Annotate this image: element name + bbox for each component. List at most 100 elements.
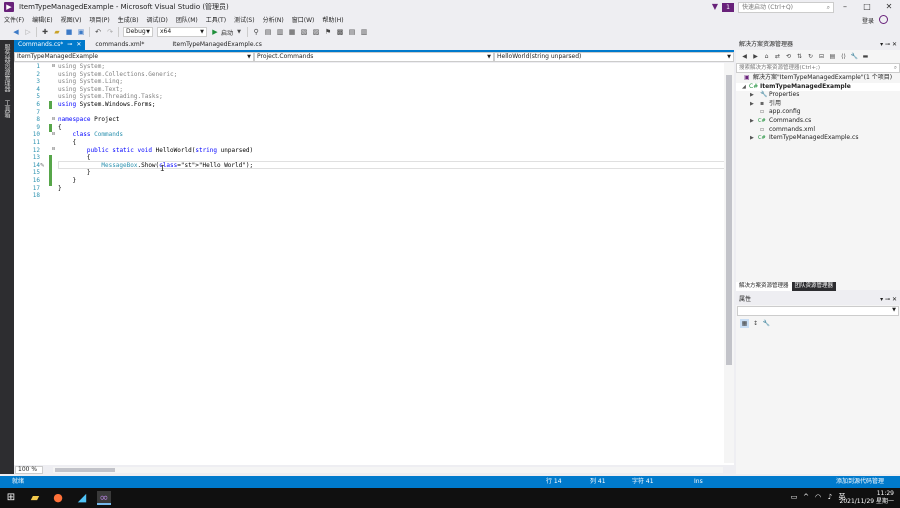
toolbar-button-icon[interactable]: ▤ [347, 27, 357, 37]
tree-item-properties[interactable]: ▶ 🔧 Properties [736, 91, 900, 100]
collapse-icon[interactable]: ⊟ [52, 131, 55, 137]
switch-views-icon[interactable]: ⇄ [773, 52, 782, 61]
chevron-right-icon[interactable]: ▶ [750, 91, 754, 100]
menu-edit[interactable]: 编辑(E) [28, 15, 56, 24]
menu-debug[interactable]: 调试(D) [143, 15, 172, 24]
menu-window[interactable]: 窗口(W) [288, 15, 319, 24]
menu-file[interactable]: 文件(F) [0, 15, 28, 24]
scrollbar-thumb[interactable] [55, 467, 115, 472]
tab-solution-explorer[interactable]: 解决方案资源管理器 [736, 282, 792, 291]
chevron-up-icon[interactable]: ^ [802, 493, 810, 501]
pin-icon[interactable]: ⊸ [67, 40, 72, 50]
tree-item-app-config[interactable]: ▫ app.config [736, 108, 900, 117]
filter-icon[interactable]: ▼ [708, 2, 722, 12]
solution-search-input[interactable]: 搜索解决方案资源管理器(Ctrl+;) ⌕ [736, 63, 900, 73]
horizontal-scrollbar[interactable] [53, 466, 723, 473]
file-explorer-icon[interactable]: ▰ [28, 491, 42, 505]
categorized-icon[interactable]: ▦ [740, 318, 749, 328]
scrollbar-thumb[interactable] [726, 75, 732, 365]
menu-project[interactable]: 项目(P) [85, 15, 113, 24]
wifi-icon[interactable]: ◠ [814, 493, 822, 501]
start-button-label[interactable]: 启动 [221, 28, 233, 37]
menu-help[interactable]: 帮助(H) [318, 15, 347, 24]
solution-configuration-select[interactable]: Debug ▼ [123, 27, 153, 37]
tree-item-commands-xml[interactable]: ▫ commands.xml [736, 126, 900, 135]
toolbox-tab[interactable]: 工具箱 [0, 96, 13, 122]
menu-team[interactable]: 团队(M) [172, 15, 202, 24]
toolbar-button-icon[interactable]: ▦ [287, 27, 297, 37]
minimize-button[interactable]: – [834, 0, 856, 14]
menu-test[interactable]: 测试(S) [230, 15, 259, 24]
new-project-icon[interactable]: ✚ [40, 27, 50, 37]
toolbar-button-icon[interactable]: ▩ [335, 27, 345, 37]
refresh-icon[interactable]: ↻ [806, 52, 815, 61]
menu-tools[interactable]: 工具(T) [202, 15, 230, 24]
tree-item-commands-cs[interactable]: ▶ C# Commands.cs [736, 117, 900, 126]
toolbar-button-icon[interactable]: ▥ [275, 27, 285, 37]
network-icon[interactable]: ▭ [790, 493, 798, 501]
close-icon[interactable]: ✕ [76, 40, 81, 50]
tab-team-explorer[interactable]: 团队资源管理器 [791, 282, 837, 291]
tree-item-references[interactable]: ▶ ▪ 引用 [736, 100, 900, 109]
chevron-down-icon[interactable]: ▼ [234, 27, 244, 37]
firefox-icon[interactable]: ● [51, 491, 65, 505]
panel-controls-icon[interactable]: ▾ ⊸ ✕ [880, 295, 897, 305]
tree-item-solution[interactable]: ▣ 解决方案"ItemTypeManagedExample"(1 个项目) [736, 74, 900, 83]
undo-icon[interactable]: ↶ [93, 27, 103, 37]
system-clock[interactable]: 11:29 2021/11/29 星期一 [840, 490, 895, 506]
volume-icon[interactable]: ♪ [826, 493, 834, 501]
view-code-icon[interactable]: ⟨⟩ [839, 52, 848, 61]
back-icon[interactable]: ◀ [11, 27, 21, 37]
panel-controls-icon[interactable]: ▾ ⊸ ✕ [880, 40, 897, 50]
notification-badge[interactable]: 1 [722, 2, 734, 12]
login-link[interactable]: 登录 [862, 16, 874, 25]
chevron-right-icon[interactable]: ▶ [750, 117, 754, 126]
pending-changes-icon[interactable]: ⟲ [784, 52, 793, 61]
visual-studio-taskbar-icon[interactable]: ∞ [97, 491, 111, 505]
property-pages-icon[interactable]: 🔧 [762, 319, 771, 328]
menu-build[interactable]: 生成(B) [114, 15, 143, 24]
sync-icon[interactable]: ⇅ [795, 52, 804, 61]
properties-icon[interactable]: 🔧 [850, 52, 859, 61]
code-editor[interactable]: 1 2 3 4 5 6 7 8 9 10 11 12 13 14 15 16 1… [14, 63, 726, 463]
maximize-button[interactable]: □ [856, 0, 878, 14]
member-dropdown[interactable]: HelloWorld(string unparsed) ▼ [494, 52, 734, 62]
redo-icon[interactable]: ↷ [105, 27, 115, 37]
vertical-scrollbar[interactable] [724, 63, 734, 463]
collapse-icon[interactable]: ⊟ [52, 63, 55, 69]
show-all-files-icon[interactable]: ▤ [828, 52, 837, 61]
type-dropdown[interactable]: Project.Commands ▼ [254, 52, 494, 62]
server-explorer-tab[interactable]: 服务器资源管理器 [0, 40, 13, 96]
solution-platform-select[interactable]: x64 ▼ [157, 27, 207, 37]
tab-itemtypemanagedexample-cs[interactable]: ItemTypeManagedExample.cs [168, 40, 265, 50]
tree-item-itemtypemanagedexample-cs[interactable]: ▶ C# ItemTypeManagedExample.cs [736, 134, 900, 143]
alphabetical-icon[interactable]: ↕ [751, 319, 760, 328]
collapse-all-icon[interactable]: ⊟ [817, 52, 826, 61]
add-to-source-control-button[interactable]: 添加到源代码管理 [836, 476, 884, 488]
forward-icon[interactable]: ▷ [23, 27, 33, 37]
toolbar-button-icon[interactable]: ▨ [311, 27, 321, 37]
properties-object-select[interactable]: ▼ [737, 306, 899, 316]
start-icon[interactable]: ▶ [210, 27, 220, 37]
close-button[interactable]: ✕ [878, 0, 900, 14]
collapse-icon[interactable]: ⊟ [52, 116, 55, 122]
tree-item-project[interactable]: ◢ C# ItemTypeManagedExample [736, 82, 900, 92]
toolbar-button-icon[interactable]: ▤ [263, 27, 273, 37]
open-file-icon[interactable]: ▰ [52, 27, 62, 37]
find-icon[interactable]: ⚲ [251, 27, 261, 37]
tab-commands-cs[interactable]: Commands.cs* ⊸ ✕ [14, 40, 86, 50]
zoom-dropdown[interactable]: 100 % [15, 465, 43, 474]
expanded-icon[interactable]: ◢ [742, 83, 746, 92]
chevron-right-icon[interactable]: ▶ [750, 134, 754, 143]
quick-launch-input[interactable]: 快速启动 (Ctrl+Q) ⌕ [738, 1, 834, 13]
toolbar-button-icon[interactable]: ▥ [359, 27, 369, 37]
account-icon[interactable] [879, 15, 888, 24]
app-icon[interactable]: ◢ [75, 491, 89, 505]
preview-icon[interactable]: ▬ [861, 52, 870, 61]
chevron-right-icon[interactable]: ▶ [750, 100, 754, 109]
home-icon[interactable]: ⌂ [762, 52, 771, 61]
bookmark-icon[interactable]: ⚑ [323, 27, 333, 37]
toolbar-button-icon[interactable]: ▧ [299, 27, 309, 37]
forward-icon[interactable]: ▶ [751, 52, 760, 61]
menu-view[interactable]: 视图(V) [57, 15, 86, 24]
